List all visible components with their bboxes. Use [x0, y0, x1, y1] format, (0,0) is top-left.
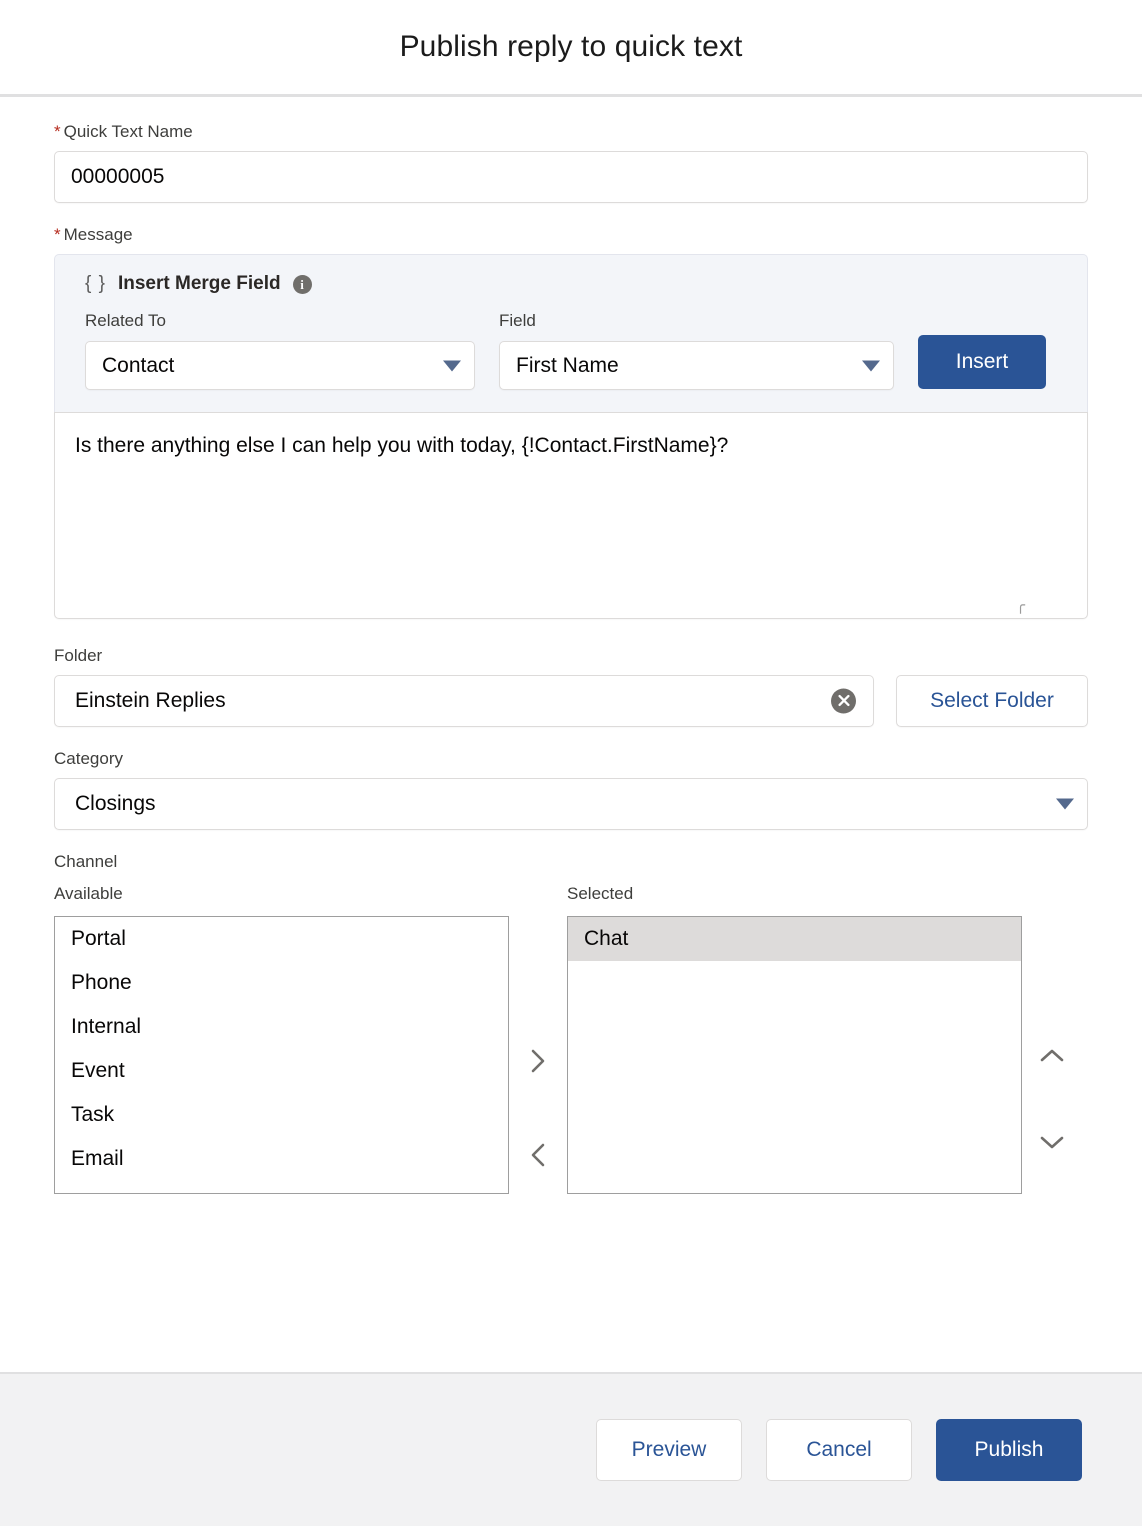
folder-field-group: Folder Select Folder [54, 646, 1088, 727]
related-to-value: Contact [102, 354, 174, 378]
move-buttons-column [509, 884, 567, 1173]
field-select[interactable]: First Name [499, 341, 894, 390]
info-icon[interactable]: i [293, 275, 312, 294]
insert-merge-field-panel: { } Insert Merge Field i Related To Cont… [54, 254, 1088, 412]
modal-footer: Preview Cancel Publish [0, 1372, 1142, 1526]
dual-listbox: Available PortalPhoneInternalEventTaskEm… [54, 884, 1088, 1194]
merge-field-controls: Related To Contact Field First Name [85, 311, 1057, 390]
folder-input-wrap [54, 675, 874, 727]
available-listbox[interactable]: PortalPhoneInternalEventTaskEmail [54, 916, 509, 1194]
list-item[interactable]: Event [55, 1049, 508, 1093]
related-to-label: Related To [85, 311, 475, 331]
related-to-select-wrap: Contact [85, 341, 475, 390]
message-label: *Message [54, 225, 1088, 245]
move-left-button[interactable] [523, 1137, 553, 1173]
merge-field-header: { } Insert Merge Field i [85, 273, 1057, 295]
chevron-down-icon [443, 360, 461, 371]
category-select[interactable]: Closings [54, 778, 1088, 830]
message-label-text: Message [64, 225, 133, 244]
selected-listbox[interactable]: Chat [567, 916, 1022, 1194]
merge-field-title: Insert Merge Field [118, 273, 281, 295]
related-to-select[interactable]: Contact [85, 341, 475, 390]
insert-button[interactable]: Insert [918, 335, 1046, 389]
chevron-down-icon [1056, 799, 1074, 810]
modal-body: *Quick Text Name *Message { } Insert Mer… [0, 100, 1142, 1372]
channel-label: Channel [54, 852, 1088, 872]
select-folder-button[interactable]: Select Folder [896, 675, 1088, 727]
category-field-group: Category Closings [54, 749, 1088, 830]
move-up-button[interactable] [1033, 1041, 1071, 1071]
required-asterisk: * [54, 225, 61, 244]
chevron-down-icon [862, 360, 880, 371]
folder-label: Folder [54, 646, 1088, 666]
available-label: Available [54, 884, 509, 904]
list-item[interactable]: Internal [55, 1005, 508, 1049]
message-field-group: *Message { } Insert Merge Field i Relate… [54, 225, 1088, 624]
field-label: Field [499, 311, 894, 331]
quick-text-name-label-text: Quick Text Name [64, 122, 193, 141]
reorder-buttons-column [1022, 884, 1082, 1157]
field-select-group: Field First Name [499, 311, 894, 390]
quick-text-name-input[interactable] [54, 151, 1088, 203]
related-to-group: Related To Contact [85, 311, 475, 390]
move-down-button[interactable] [1033, 1127, 1071, 1157]
field-select-wrap: First Name [499, 341, 894, 390]
available-column: Available PortalPhoneInternalEventTaskEm… [54, 884, 509, 1194]
cancel-button[interactable]: Cancel [766, 1419, 912, 1481]
category-select-wrap: Closings [54, 778, 1088, 830]
move-right-button[interactable] [523, 1043, 553, 1079]
publish-button[interactable]: Publish [936, 1419, 1082, 1481]
page-title: Publish reply to quick text [400, 30, 743, 64]
field-value: First Name [516, 354, 619, 378]
curly-braces-icon: { } [85, 273, 106, 295]
selected-label: Selected [567, 884, 1022, 904]
list-item[interactable]: Task [55, 1093, 508, 1137]
quick-text-name-label: *Quick Text Name [54, 122, 1088, 142]
category-label: Category [54, 749, 1088, 769]
category-value: Closings [75, 792, 156, 816]
required-asterisk: * [54, 122, 61, 141]
folder-row: Select Folder [54, 675, 1088, 727]
message-textarea-wrap: Is there anything else I can help you wi… [54, 412, 1088, 624]
message-textarea[interactable]: Is there anything else I can help you wi… [54, 412, 1088, 619]
list-item[interactable]: Portal [55, 917, 508, 961]
modal-header: Publish reply to quick text [0, 0, 1142, 97]
list-item[interactable]: Email [55, 1137, 508, 1181]
clear-icon[interactable] [831, 689, 856, 714]
folder-input[interactable] [54, 675, 874, 727]
selected-column: Selected Chat [567, 884, 1022, 1194]
channel-field-group: Channel Available PortalPhoneInternalEve… [54, 852, 1088, 1194]
list-item[interactable]: Chat [568, 917, 1021, 961]
list-item[interactable]: Phone [55, 961, 508, 1005]
quick-text-name-field-group: *Quick Text Name [54, 122, 1088, 203]
preview-button[interactable]: Preview [596, 1419, 742, 1481]
